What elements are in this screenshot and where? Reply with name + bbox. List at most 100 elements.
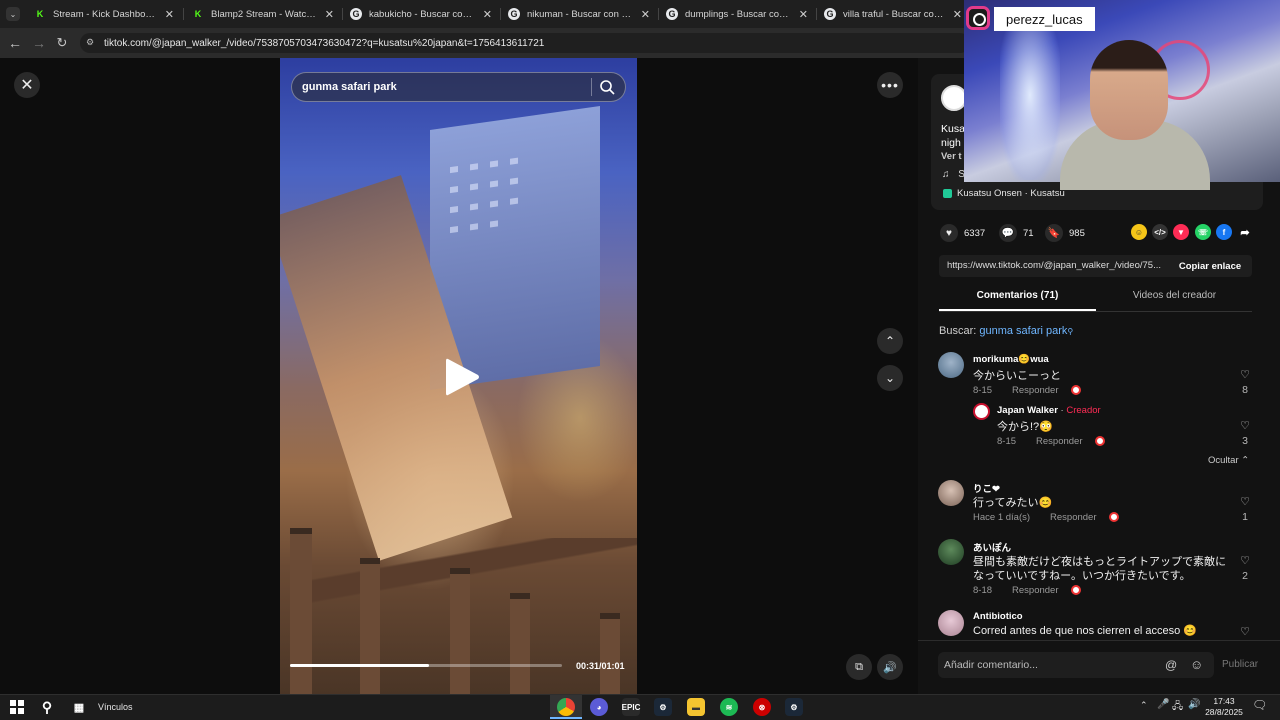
browser-tab-dumplings[interactable]: G dumplings - Buscar con Google ✕ [660, 3, 814, 25]
site-info-icon[interactable]: ⚙ [86, 37, 94, 48]
tab-comments[interactable]: Comentarios (71) [939, 290, 1096, 310]
forward-arrow-icon[interactable]: → [30, 34, 48, 52]
comment-like-heart-icon[interactable]: ♡ [1238, 495, 1252, 508]
instagram-icon [966, 6, 990, 30]
avatar[interactable] [973, 403, 990, 420]
chevron-up-icon[interactable]: ⌃ [1140, 700, 1148, 711]
close-icon[interactable]: ✕ [799, 8, 808, 21]
microphone-icon[interactable]: 🎤 [1157, 699, 1169, 710]
creator-badge: Creador [1066, 405, 1101, 416]
related-search-row[interactable]: Buscar: gunma safari park⚲ [939, 325, 1073, 337]
avatar[interactable] [938, 352, 964, 378]
chrome-icon[interactable] [557, 698, 575, 716]
comment-input-placeholder: Añadir comentario... [944, 659, 1038, 671]
whatsapp-icon[interactable]: ☏ [1195, 224, 1211, 240]
kick-icon: K [36, 9, 44, 19]
see-more-link[interactable]: Ver t [941, 151, 962, 162]
copy-link-button[interactable]: Copiar enlace [1170, 258, 1250, 274]
search-icon[interactable]: ⚲ [38, 698, 56, 716]
comment-meta: 8-18 Responder [973, 585, 1082, 596]
video-description-line: nigh [941, 137, 961, 149]
close-icon[interactable]: ✕ [641, 8, 650, 21]
emoji-icon[interactable]: ☺ [1190, 657, 1203, 672]
play-icon[interactable] [442, 355, 482, 399]
comment-like-heart-icon[interactable]: ♡ [1238, 554, 1252, 567]
mention-icon[interactable]: @ [1165, 658, 1177, 672]
close-icon[interactable]: ✕ [483, 8, 492, 21]
floating-player-button[interactable]: ⧉ [846, 654, 872, 680]
avatar[interactable] [938, 480, 964, 506]
browser-tab-kabukicho[interactable]: G kabukicho - Buscar con Google ✕ [344, 3, 498, 25]
comment-text: なっていいですねー。いつか行きたいです。 [973, 570, 1191, 582]
close-icon[interactable]: ✕ [953, 8, 962, 21]
file-explorer-icon[interactable]: ▬ [687, 698, 705, 716]
hide-replies-button[interactable]: Ocultar ⌃ [1208, 455, 1249, 466]
publish-button[interactable]: Publicar [1222, 659, 1258, 670]
speaker-icon[interactable]: 🔊 [1188, 699, 1200, 710]
search-icon[interactable] [598, 78, 616, 96]
close-video-button[interactable]: ✕ [14, 72, 40, 98]
close-icon[interactable]: ✕ [325, 8, 334, 21]
task-view-icon[interactable]: ▦ [70, 698, 88, 716]
notifications-icon[interactable]: 🗨 [1252, 698, 1267, 712]
tab-list-button[interactable]: ⌄ [6, 7, 20, 21]
app-icon[interactable]: ⊗ [753, 698, 771, 716]
steam-icon[interactable]: ⚙ [654, 698, 672, 716]
comments-button[interactable]: 💬 71 [999, 224, 1034, 242]
video-link-text[interactable]: https://www.tiktok.com/@japan_walker_/vi… [947, 260, 1167, 271]
comment-like-heart-icon[interactable]: ♡ [1238, 368, 1252, 381]
windows-start-icon[interactable] [8, 698, 26, 716]
volume-button[interactable]: 🔊 [877, 654, 903, 680]
related-search-term[interactable]: gunma safari park [979, 325, 1067, 337]
streamer-username: perezz_lucas [994, 7, 1095, 31]
next-video-button[interactable]: ⌄ [877, 365, 903, 391]
previous-video-button[interactable]: ⌃ [877, 328, 903, 354]
browser-tab-nikuman[interactable]: G nikuman - Buscar con Google ✕ [502, 3, 656, 25]
send-icon[interactable]: ▼ [1173, 224, 1189, 240]
comment-text: 今から!?😳 [997, 421, 1053, 433]
video-search-input[interactable]: gunma safari park [291, 72, 626, 102]
back-arrow-icon[interactable]: ← [6, 34, 24, 52]
avatar[interactable] [938, 539, 964, 565]
browser-tab-villa-traful[interactable]: G villa traful - Buscar con Google ✕ [818, 3, 968, 25]
avatar[interactable] [938, 610, 964, 636]
close-icon[interactable]: ✕ [165, 8, 174, 21]
embed-icon[interactable]: </> [1152, 224, 1168, 240]
network-icon[interactable]: 🖧 [1172, 699, 1183, 716]
reply-button[interactable]: Responder [1050, 512, 1096, 523]
spotify-icon[interactable]: ≋ [720, 698, 738, 716]
comment-username[interactable]: morikuma😊wua [973, 354, 1049, 365]
steam-icon[interactable]: ⚙ [785, 698, 803, 716]
comment-username[interactable]: あいぽん [973, 540, 1011, 554]
url-field[interactable]: tiktok.com/@japan_walker_/video/75387057… [80, 33, 970, 53]
epic-games-icon[interactable]: EPIC [622, 698, 640, 716]
facebook-icon[interactable]: f [1216, 224, 1232, 240]
video-time: 00:31/01:01 [576, 661, 625, 671]
location-tag[interactable]: Kusatsu Onsen · Kusatsu [943, 188, 1065, 199]
comment-like-heart-icon[interactable]: ♡ [1238, 419, 1252, 432]
comment-username[interactable]: Japan Walker · Creador [997, 405, 1101, 416]
share-arrow-icon[interactable]: ➦ [1237, 224, 1253, 240]
music-row[interactable]: ♫ S [942, 169, 965, 180]
tab-creator-videos[interactable]: Videos del creador [1096, 290, 1253, 310]
close-icon: ✕ [20, 77, 34, 94]
comment-username[interactable]: Antibiotico [973, 611, 1023, 622]
browser-tab-kick-dashboard[interactable]: K Stream - Kick Dashboard ✕ [28, 3, 180, 25]
save-button[interactable]: 🔖 985 [1045, 224, 1085, 242]
comment-text: 行ってみたい😊 [973, 497, 1053, 509]
video-description-line: Kusa [941, 123, 965, 135]
comment-like-heart-icon[interactable]: ♡ [1238, 625, 1252, 638]
volume-icon: 🔊 [883, 661, 897, 674]
reply-button[interactable]: Responder [1012, 585, 1058, 596]
more-options-button[interactable]: ••• [877, 72, 903, 98]
reply-button[interactable]: Responder [1036, 436, 1082, 447]
like-button[interactable]: ♥ 6337 [940, 224, 985, 242]
taskbar-clock[interactable]: 17:43 28/8/2025 [1204, 696, 1244, 718]
reply-button[interactable]: Responder [1012, 385, 1058, 396]
browser-tab-blamp2-stream[interactable]: K Blamp2 Stream - Watch Live on ✕ [186, 3, 340, 25]
share-friends-icon[interactable]: ☺ [1131, 224, 1147, 240]
comment-username[interactable]: りこ❤ [973, 481, 1000, 495]
reload-icon[interactable]: ↻ [53, 34, 71, 52]
links-toolbar[interactable]: Vínculos [98, 702, 133, 712]
discord-icon[interactable]: ◕ [590, 698, 608, 716]
